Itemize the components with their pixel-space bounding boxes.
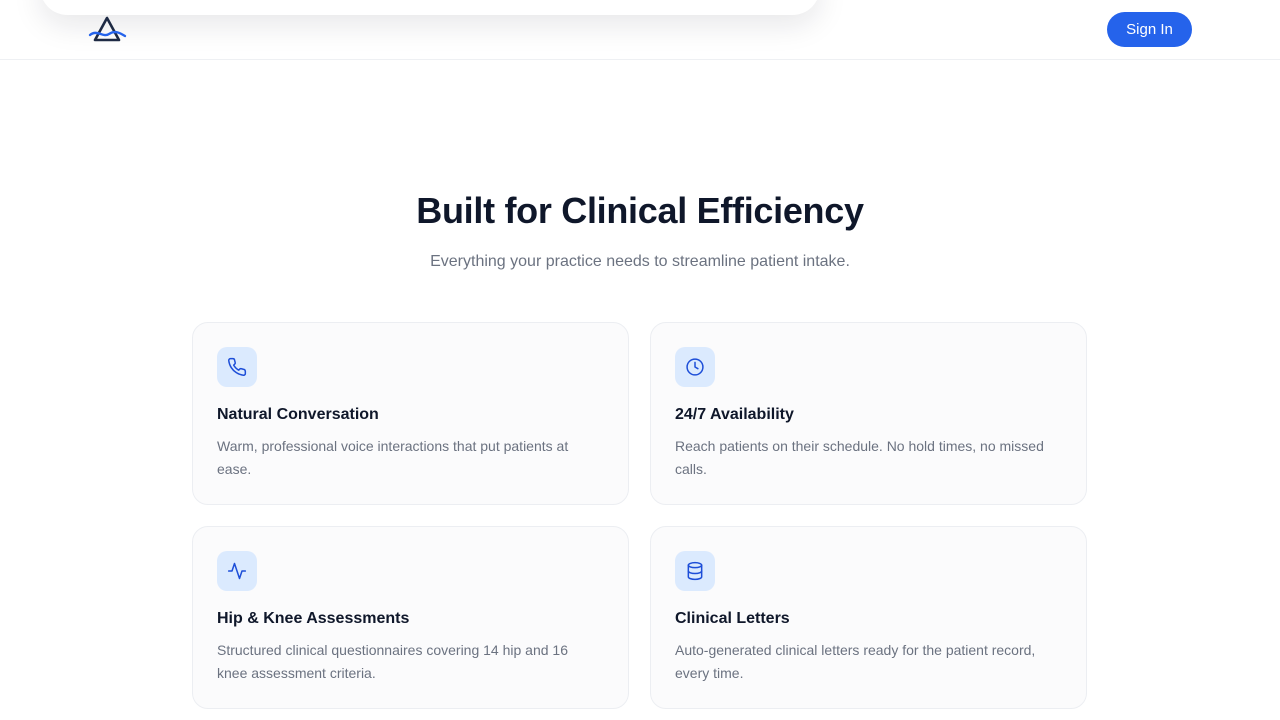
feature-title: Clinical Letters [675, 610, 790, 627]
header-shadow-decoration [40, 0, 820, 15]
feature-description: Structured clinical questionnaires cover… [217, 642, 568, 681]
feature-card-availability: 24/7 Availability Reach patients on thei… [650, 322, 1087, 505]
site-header: Sign In [0, 0, 1280, 60]
activity-icon [217, 551, 257, 591]
clock-icon [675, 347, 715, 387]
feature-description: Warm, professional voice interactions th… [217, 438, 569, 477]
section-subtitle: Everything your practice needs to stream… [430, 253, 850, 270]
phone-icon [217, 347, 257, 387]
feature-description: Auto-generated clinical letters ready fo… [675, 642, 1036, 681]
database-icon [675, 551, 715, 591]
feature-card-natural-conversation: Natural Conversation Warm, professional … [192, 322, 629, 505]
triangle-logo-icon[interactable] [87, 14, 127, 46]
sign-in-button[interactable]: Sign In [1107, 12, 1192, 47]
feature-card-clinical-letters: Clinical Letters Auto-generated clinical… [650, 526, 1087, 709]
feature-title: Natural Conversation [217, 406, 379, 423]
feature-description: Reach patients on their schedule. No hol… [675, 438, 1044, 477]
feature-title: 24/7 Availability [675, 406, 794, 423]
feature-title: Hip & Knee Assessments [217, 610, 410, 627]
feature-card-hip-knee-assessments: Hip & Knee Assessments Structured clinic… [192, 526, 629, 709]
section-title: Built for Clinical Efficiency [416, 190, 864, 231]
